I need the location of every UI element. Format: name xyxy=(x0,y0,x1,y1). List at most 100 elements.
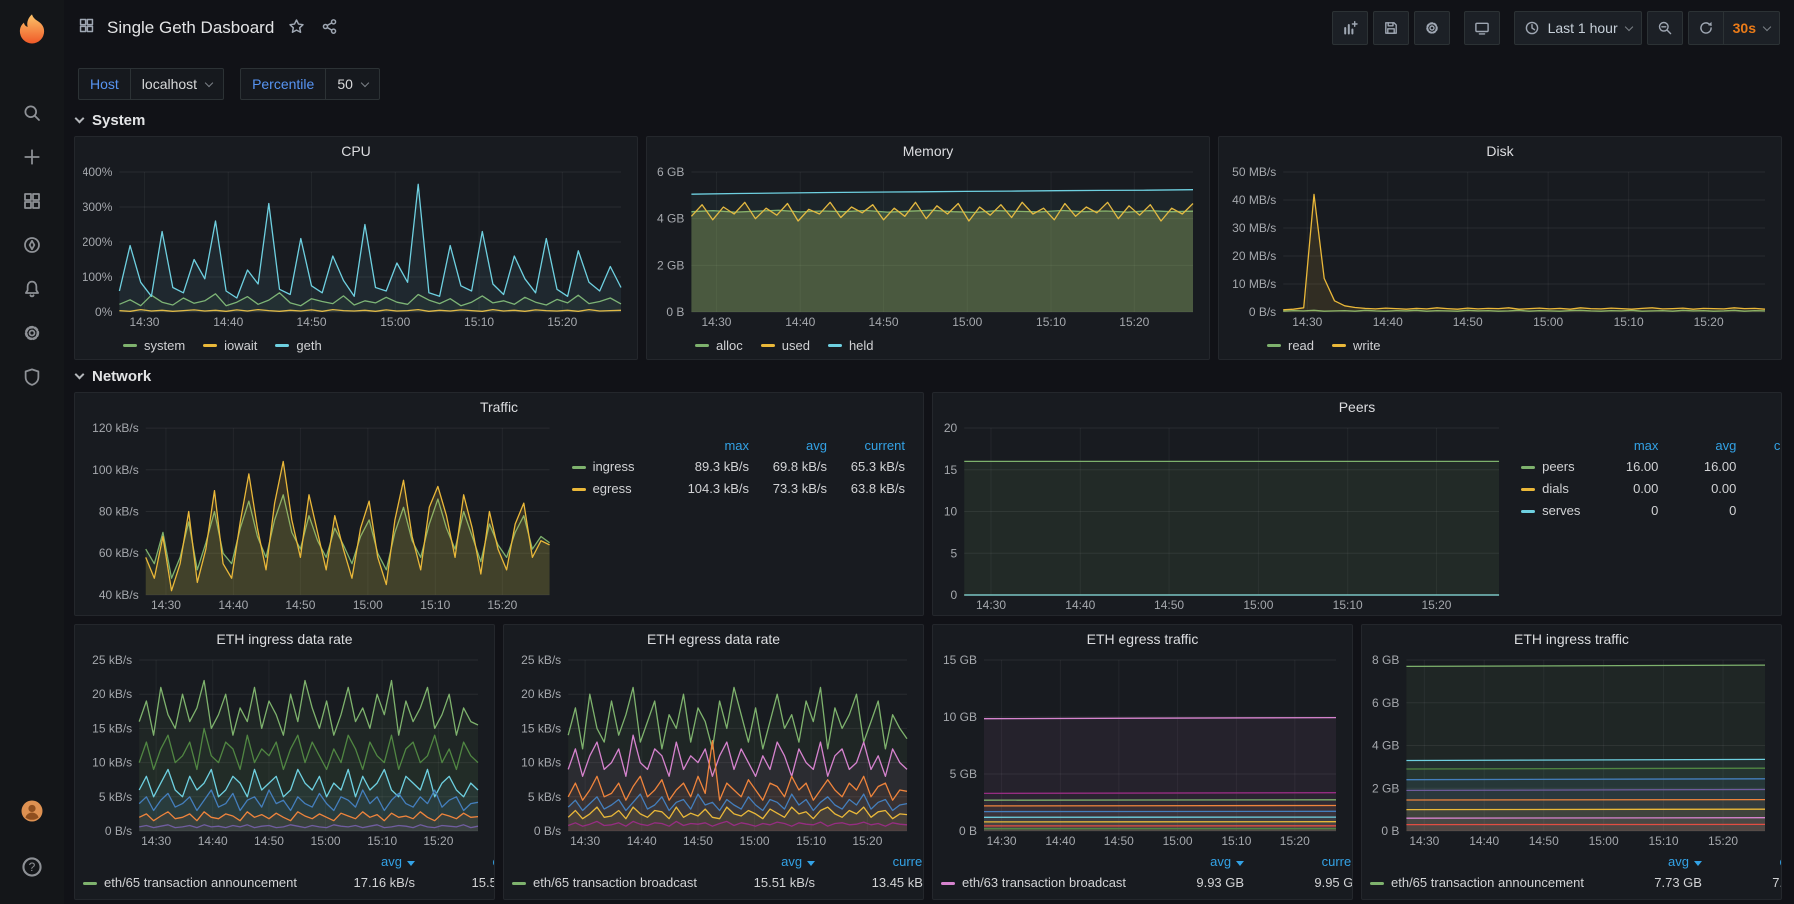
panel-title[interactable]: ETH ingress traffic xyxy=(1362,625,1781,652)
legend-series-toggle[interactable]: egress xyxy=(566,477,677,499)
time-range-picker[interactable]: Last 1 hour xyxy=(1514,11,1642,45)
legend-series-toggle[interactable]: iowait xyxy=(203,338,257,353)
panel-title[interactable]: ETH egress data rate xyxy=(504,625,923,652)
topbar-left: Single Geth Dasboard xyxy=(78,16,1318,40)
svg-text:0 B/s: 0 B/s xyxy=(105,824,132,838)
svg-text:15:20: 15:20 xyxy=(1421,598,1451,612)
refresh-button[interactable] xyxy=(1688,11,1724,45)
panel-title[interactable]: Peers xyxy=(933,393,1781,420)
add-panel-button[interactable] xyxy=(1332,11,1368,45)
cpu-chart[interactable]: 14:3014:4014:5015:0015:1015:200%100%200%… xyxy=(83,164,629,330)
svg-text:14:50: 14:50 xyxy=(254,834,284,848)
help-button[interactable]: ? xyxy=(10,846,54,890)
eth-egress-traffic-chart[interactable]: 14:3014:4014:5015:0015:1015:200 B5 GB10 … xyxy=(941,652,1344,849)
svg-text:15 kB/s: 15 kB/s xyxy=(521,721,561,735)
cycle-view-button[interactable] xyxy=(1464,11,1500,45)
legend-series-toggle[interactable]: system xyxy=(123,338,185,353)
grafana-logo-icon[interactable] xyxy=(15,12,49,46)
legend-series-toggle[interactable]: alloc xyxy=(695,338,743,353)
legend-series-toggle[interactable]: dials xyxy=(1515,477,1586,499)
legend-series-toggle[interactable]: peers xyxy=(1515,455,1586,477)
save-dashboard-button[interactable] xyxy=(1373,11,1409,45)
share-button[interactable] xyxy=(319,16,340,40)
panel-title[interactable]: ETH ingress data rate xyxy=(75,625,494,652)
svg-text:14:40: 14:40 xyxy=(198,834,228,848)
legend-series-toggle[interactable]: write xyxy=(1332,338,1380,353)
sidebar-item-add[interactable] xyxy=(10,136,54,180)
variable-host-value[interactable]: localhost xyxy=(131,68,224,100)
help-icon: ? xyxy=(20,855,44,882)
legend-series-toggle[interactable]: read xyxy=(1267,338,1314,353)
dashboard-title[interactable]: Single Geth Dasboard xyxy=(107,18,274,38)
legend-col-current[interactable]: current xyxy=(1708,852,1782,871)
legend-series-toggle[interactable]: eth/65 transaction announcement xyxy=(1364,871,1590,893)
legend-series-toggle[interactable]: ingress xyxy=(566,455,677,477)
legend-value: 69.8 kB/s xyxy=(755,455,833,477)
legend-series-toggle[interactable]: eth/63 transaction broadcast xyxy=(935,871,1132,893)
variable-percentile-value[interactable]: 50 xyxy=(326,68,380,100)
chevron-down-icon xyxy=(75,370,85,380)
legend-col-current[interactable]: current xyxy=(1250,852,1353,871)
eth-egress-data-rate-chart[interactable]: 14:3014:4014:5015:0015:1015:200 B/s5 kB/… xyxy=(512,652,915,849)
topbar: Single Geth Dasboard Last 1 hour xyxy=(64,0,1794,56)
legend-series-toggle[interactable]: geth xyxy=(275,338,321,353)
legend-col-current[interactable]: current xyxy=(833,436,911,455)
svg-text:0 B/s: 0 B/s xyxy=(534,824,561,838)
refresh-interval-picker[interactable]: 30s xyxy=(1724,11,1780,45)
chevron-down-icon xyxy=(75,114,85,124)
legend-series-toggle[interactable]: used xyxy=(761,338,810,353)
svg-text:15:00: 15:00 xyxy=(1533,315,1563,329)
panel-title[interactable]: Traffic xyxy=(75,393,923,420)
panel-title[interactable]: Disk xyxy=(1219,137,1781,164)
disk-chart[interactable]: 14:3014:4014:5015:0015:1015:200 B/s10 MB… xyxy=(1227,164,1773,330)
eth-ingress-data-rate-chart[interactable]: 14:3014:4014:5015:0015:1015:200 B/s5 kB/… xyxy=(83,652,486,849)
series-color-dash xyxy=(275,344,289,347)
zoom-out-button[interactable] xyxy=(1647,11,1683,45)
legend-col-avg[interactable]: avg xyxy=(703,852,821,871)
legend-col-current[interactable]: current xyxy=(821,852,924,871)
tv-icon xyxy=(1474,20,1490,36)
legend-series-toggle[interactable]: serves xyxy=(1515,499,1586,521)
panel-title[interactable]: ETH egress traffic xyxy=(933,625,1352,652)
legend-value: 89.3 kB/s xyxy=(677,455,755,477)
memory-chart[interactable]: 14:3014:4014:5015:0015:1015:200 B2 GB4 G… xyxy=(655,164,1201,330)
star-button[interactable] xyxy=(286,16,307,40)
user-avatar[interactable] xyxy=(10,790,54,834)
legend-series-toggle[interactable]: eth/65 transaction broadcast xyxy=(506,871,703,893)
traffic-chart[interactable]: 14:3014:4014:5015:0015:1015:2040 kB/s60 … xyxy=(83,420,558,613)
sidebar-item-alerting[interactable] xyxy=(10,268,54,312)
legend-series-toggle[interactable]: held xyxy=(828,338,874,353)
peers-chart[interactable]: 14:3014:4014:5015:0015:1015:2005101520 xyxy=(941,420,1507,613)
main-area: Single Geth Dasboard Last 1 hour xyxy=(64,0,1794,904)
sidebar-item-dashboards[interactable] xyxy=(10,180,54,224)
section-toggle-system[interactable]: System xyxy=(76,112,1782,129)
legend-col-avg[interactable]: avg xyxy=(1664,436,1742,455)
legend-col-avg[interactable]: avg xyxy=(303,852,421,871)
legend-series-toggle[interactable]: eth/65 transaction announcement xyxy=(77,871,303,893)
section-toggle-network[interactable]: Network xyxy=(76,368,1782,385)
search-icon xyxy=(22,103,42,126)
panel-title[interactable]: CPU xyxy=(75,137,637,164)
panel-title[interactable]: Memory xyxy=(647,137,1209,164)
dashboard-settings-button[interactable] xyxy=(1414,11,1450,45)
legend-col-current[interactable]: current xyxy=(421,852,495,871)
series-color-dash xyxy=(761,344,775,347)
view-mode-group xyxy=(1464,11,1500,45)
svg-text:4 GB: 4 GB xyxy=(657,212,684,226)
legend-col-avg[interactable]: avg xyxy=(1590,852,1708,871)
legend-col-max[interactable]: max xyxy=(677,436,755,455)
legend-col-max[interactable]: max xyxy=(1586,436,1664,455)
share-icon xyxy=(321,18,338,38)
svg-text:14:30: 14:30 xyxy=(1409,834,1439,848)
sidebar-item-explore[interactable] xyxy=(10,224,54,268)
eth-ingress-traffic-chart[interactable]: 14:3014:4014:5015:0015:1015:200 B2 GB4 G… xyxy=(1370,652,1773,849)
legend-col-avg[interactable]: avg xyxy=(755,436,833,455)
sidebar-item-server-admin[interactable] xyxy=(10,356,54,400)
sidebar-item-search[interactable] xyxy=(10,92,54,136)
legend-col-avg[interactable]: avg xyxy=(1132,852,1250,871)
dashboards-icon xyxy=(22,191,42,214)
sidebar-item-configuration[interactable] xyxy=(10,312,54,356)
svg-text:100 kB/s: 100 kB/s xyxy=(92,463,139,477)
legend-col-current[interactable]: current xyxy=(1742,436,1782,455)
svg-text:14:30: 14:30 xyxy=(701,315,731,329)
